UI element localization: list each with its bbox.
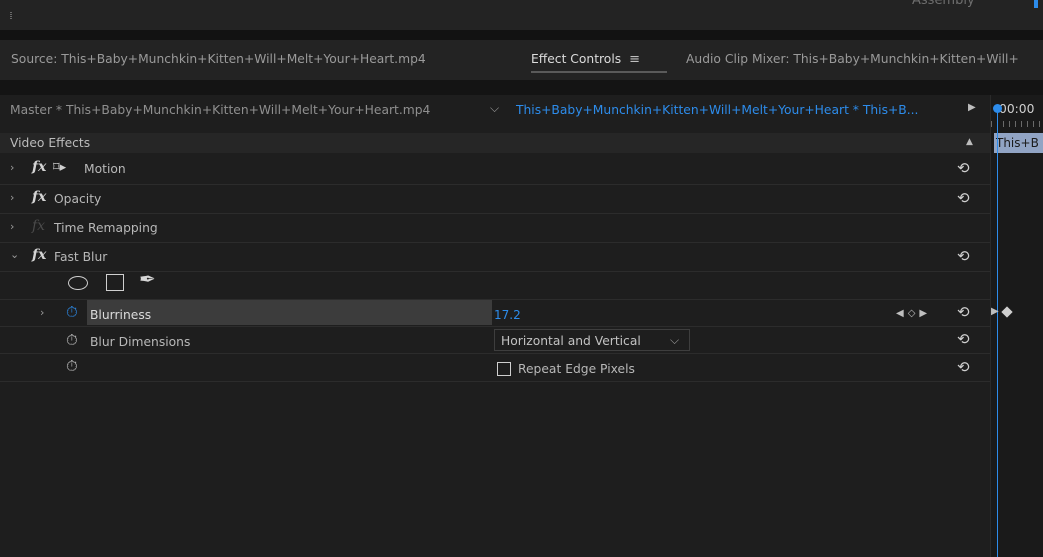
blur-dimensions-label: Blur Dimensions bbox=[90, 335, 191, 349]
repeat-edge-label: Repeat Edge Pixels bbox=[518, 362, 635, 376]
master-clip-label[interactable]: Master * This+Baby+Munchkin+Kitten+Will+… bbox=[10, 103, 430, 117]
play-triangle-icon[interactable]: ▶ bbox=[968, 102, 976, 113]
repeat-edge-checkbox[interactable] bbox=[497, 362, 511, 376]
separator bbox=[0, 80, 1043, 95]
scroll-up-icon[interactable]: ▲ bbox=[966, 137, 973, 147]
keyframe-navigator-icon[interactable]: ◀◇▶ bbox=[896, 308, 931, 319]
effect-controls-panel: Master * This+Baby+Munchkin+Kitten+Will+… bbox=[0, 95, 1043, 557]
section-label: Video Effects bbox=[10, 136, 91, 150]
reset-icon[interactable]: ⟲ bbox=[957, 159, 970, 177]
video-effects-header: Video Effects ▲ bbox=[0, 133, 990, 153]
keyframe-diamond-icon[interactable] bbox=[1001, 306, 1013, 318]
fx-toggle-icon[interactable]: fx bbox=[32, 159, 46, 175]
pen-mask-icon[interactable]: ✒ bbox=[139, 267, 156, 291]
effect-row-motion[interactable]: › fx ⌑▸ Motion ⟲ bbox=[0, 155, 990, 184]
fx-toggle-icon[interactable]: fx bbox=[32, 247, 46, 263]
workspace-tab-assembly[interactable]: Assembly bbox=[912, 0, 975, 8]
timeline-clip[interactable]: This+B bbox=[994, 133, 1043, 153]
tab-effect-controls-label: Effect Controls bbox=[531, 52, 622, 66]
panel-tab-bar: Source: This+Baby+Munchkin+Kitten+Will+M… bbox=[0, 40, 1043, 80]
reset-icon[interactable]: ⟲ bbox=[957, 303, 970, 321]
stopwatch-icon[interactable]: ⏱ bbox=[66, 303, 78, 321]
collapse-twirl-icon[interactable]: ⌄ bbox=[10, 248, 19, 261]
tab-effect-controls[interactable]: Effect Controls ≡ bbox=[531, 52, 640, 67]
tab-audio-clip-mixer[interactable]: Audio Clip Mixer: This+Baby+Munchkin+Kit… bbox=[686, 52, 1019, 66]
keyframe-arrow-icon: ▶ bbox=[991, 306, 999, 317]
ellipse-mask-icon[interactable] bbox=[68, 276, 88, 290]
blurriness-label: Blurriness bbox=[90, 308, 152, 322]
timecode: 00:00 bbox=[999, 102, 1035, 116]
drag-grip-icon[interactable] bbox=[10, 12, 12, 20]
reset-icon[interactable]: ⟲ bbox=[957, 247, 970, 265]
chevron-down-icon[interactable]: ⌵ bbox=[490, 101, 499, 116]
time-ruler[interactable] bbox=[991, 121, 1043, 127]
reset-icon[interactable]: ⟲ bbox=[957, 358, 970, 376]
expand-twirl-icon[interactable]: › bbox=[10, 191, 14, 204]
divider bbox=[0, 326, 990, 327]
effect-row-time-remapping[interactable]: › fx Time Remapping bbox=[0, 214, 990, 243]
divider bbox=[0, 381, 990, 382]
separator bbox=[0, 30, 1043, 40]
stopwatch-icon[interactable]: ⏱ bbox=[66, 357, 78, 375]
select-value: Horizontal and Vertical bbox=[501, 334, 641, 348]
expand-twirl-icon[interactable]: › bbox=[10, 220, 14, 233]
expand-twirl-icon[interactable]: › bbox=[10, 161, 14, 174]
effect-name: Time Remapping bbox=[54, 221, 158, 235]
playhead-line[interactable] bbox=[997, 109, 998, 557]
effect-row-opacity[interactable]: › fx Opacity ⟲ bbox=[0, 185, 990, 214]
fx-toggle-icon[interactable]: fx bbox=[32, 189, 46, 205]
reset-icon[interactable]: ⟲ bbox=[957, 330, 970, 348]
workspace-bar: Assembly bbox=[0, 0, 1043, 30]
reset-icon[interactable]: ⟲ bbox=[957, 189, 970, 207]
workspace-accent bbox=[1034, 0, 1038, 8]
effect-name: Motion bbox=[84, 162, 126, 176]
divider bbox=[0, 353, 990, 354]
tab-source[interactable]: Source: This+Baby+Munchkin+Kitten+Will+M… bbox=[11, 52, 426, 66]
transform-handle-icon[interactable]: ⌑▸ bbox=[53, 160, 66, 175]
effect-name: Opacity bbox=[54, 192, 102, 206]
clip-header: Master * This+Baby+Munchkin+Kitten+Will+… bbox=[0, 95, 990, 133]
effect-name: Fast Blur bbox=[54, 250, 108, 264]
active-tab-underline bbox=[531, 71, 667, 73]
stopwatch-icon[interactable]: ⏱ bbox=[66, 331, 78, 349]
rectangle-mask-icon[interactable] bbox=[106, 274, 124, 291]
blurriness-value[interactable]: 17.2 bbox=[494, 308, 521, 322]
blur-dimensions-select[interactable]: Horizontal and Vertical ⌵ bbox=[494, 329, 690, 351]
sequence-clip-label[interactable]: This+Baby+Munchkin+Kitten+Will+Melt+Your… bbox=[516, 103, 918, 117]
timeline-clip-label: This+B bbox=[996, 136, 1039, 150]
panel-menu-icon[interactable]: ≡ bbox=[629, 52, 640, 67]
playhead-handle[interactable] bbox=[993, 104, 1002, 113]
effect-timeline[interactable]: 00:00 This+B ▶ bbox=[990, 95, 1043, 557]
expand-twirl-icon[interactable]: › bbox=[40, 306, 44, 319]
fx-toggle-icon: fx bbox=[32, 218, 46, 234]
chevron-down-icon: ⌵ bbox=[670, 333, 680, 347]
